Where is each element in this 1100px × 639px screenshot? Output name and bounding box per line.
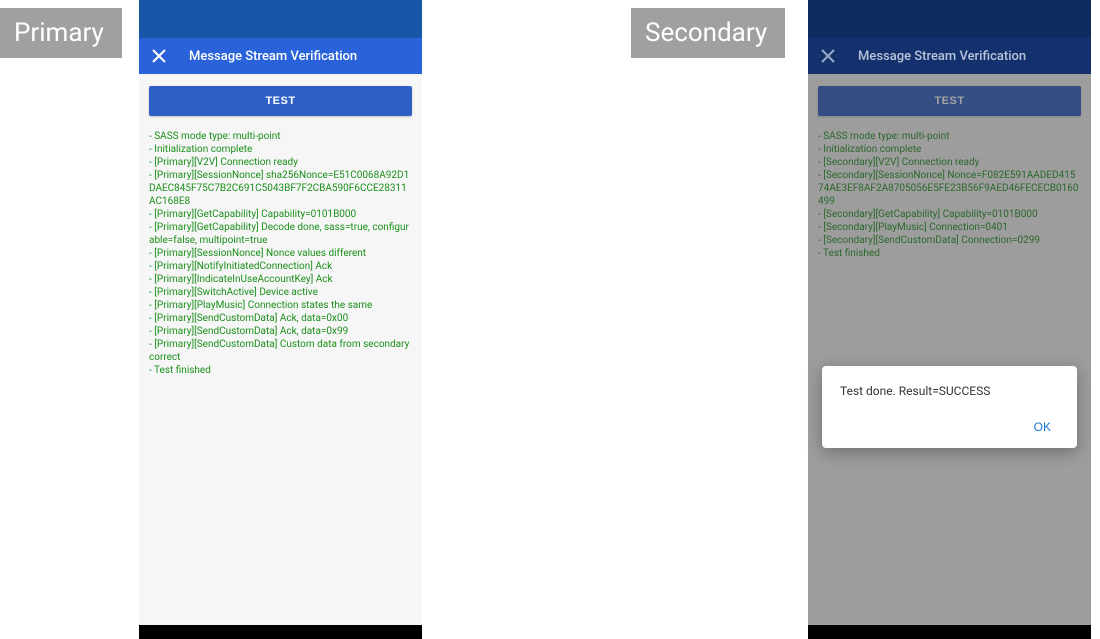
log-line: - Initialization complete [149, 143, 412, 156]
status-bar [139, 0, 422, 8]
page-title: Message Stream Verification [189, 49, 357, 64]
page-title: Message Stream Verification [858, 49, 1026, 64]
log-line: - SASS mode type: multi-point [149, 130, 412, 143]
content-secondary: TEST - SASS mode type: multi-point - Ini… [808, 74, 1091, 625]
app-bar [808, 8, 1091, 38]
device-primary: Message Stream Verification TEST - SASS … [139, 0, 422, 639]
dialog-actions: OK [840, 416, 1059, 438]
log-line: - [Primary][SendCustomData] Ack, data=0x… [149, 312, 412, 325]
log-line: - [Primary][GetCapability] Capability=01… [149, 208, 412, 221]
title-bar: Message Stream Verification [808, 38, 1091, 74]
nav-bar [808, 625, 1091, 639]
close-icon[interactable] [820, 48, 836, 64]
log-line: - [Primary][V2V] Connection ready [149, 156, 412, 169]
log-line: - [Primary][SwitchActive] Device active [149, 286, 412, 299]
log-line: - [Primary][SendCustomData] Ack, data=0x… [149, 325, 412, 338]
result-dialog: Test done. Result=SUCCESS OK [822, 366, 1077, 448]
dialog-message: Test done. Result=SUCCESS [840, 384, 1059, 398]
log-line: - [Primary][PlayMusic] Connection states… [149, 299, 412, 312]
log-line: - [Primary][IndicateInUseAccountKey] Ack [149, 273, 412, 286]
log-primary: - SASS mode type: multi-point - Initiali… [149, 130, 412, 377]
log-line: - [Primary][GetCapability] Decode done, … [149, 221, 412, 247]
test-button[interactable]: TEST [149, 86, 412, 116]
app-bar [139, 8, 422, 38]
nav-bar [139, 625, 422, 639]
log-line: - [Primary][SessionNonce] sha256Nonce=E5… [149, 169, 412, 208]
panel-label-primary: Primary [0, 8, 122, 58]
log-line: - [Primary][SessionNonce] Nonce values d… [149, 247, 412, 260]
device-secondary: Message Stream Verification TEST - SASS … [808, 0, 1091, 639]
log-line: - Test finished [149, 364, 412, 377]
status-bar [808, 0, 1091, 8]
title-bar: Message Stream Verification [139, 38, 422, 74]
log-line: - [Primary][SendCustomData] Custom data … [149, 338, 412, 364]
ok-button[interactable]: OK [1026, 416, 1059, 438]
content-primary: TEST - SASS mode type: multi-point - Ini… [139, 74, 422, 625]
panel-label-secondary: Secondary [631, 8, 785, 58]
modal-overlay [808, 74, 1091, 625]
close-icon[interactable] [151, 48, 167, 64]
log-line: - [Primary][NotifyInitiatedConnection] A… [149, 260, 412, 273]
